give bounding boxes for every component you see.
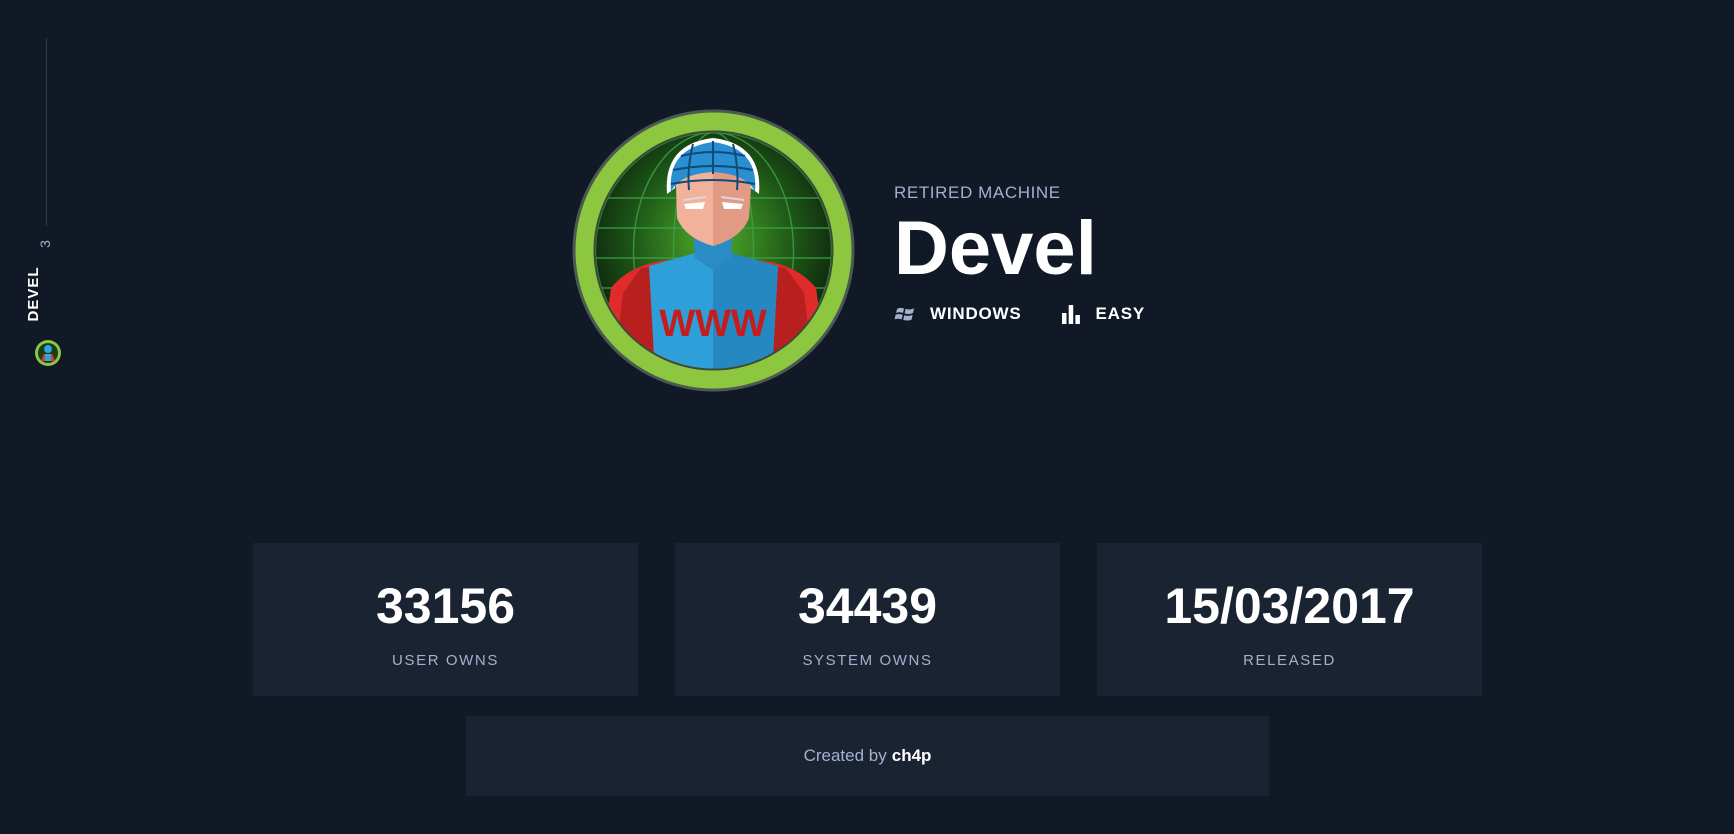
rail-avatar-icon[interactable] — [34, 339, 62, 367]
difficulty-badge: EASY — [1060, 303, 1146, 325]
rail-divider — [46, 38, 47, 226]
stat-label: RELEASED — [1243, 652, 1336, 669]
stat-value: 33156 — [375, 578, 516, 634]
avatar-banner-text: WWW — [659, 303, 767, 345]
difficulty-label: EASY — [1095, 304, 1146, 323]
creator-link[interactable]: ch4p — [892, 746, 932, 766]
stat-card-released: 15/03/2017 RELEASED — [1097, 543, 1482, 696]
creator-prefix: Created by — [803, 746, 887, 765]
stat-label: USER OWNS — [392, 652, 499, 669]
rail-machine-number: 3 — [37, 240, 53, 248]
windows-logo-icon — [894, 307, 914, 321]
machine-name-title: Devel — [894, 206, 1097, 291]
machine-meta: WINDOWS EASY — [894, 299, 1183, 329]
machine-status-label: RETIRED MACHINE — [894, 183, 1061, 202]
stat-label: SYSTEM OWNS — [802, 652, 933, 669]
bar-chart-icon — [1061, 305, 1080, 324]
creator-card: Created by ch4p — [466, 716, 1269, 796]
stat-card-user-owns: 33156 USER OWNS — [253, 543, 638, 696]
os-label: WINDOWS — [930, 304, 1022, 323]
stat-value: 15/03/2017 — [1164, 578, 1415, 634]
stat-value: 34439 — [797, 578, 938, 634]
machine-info: RETIRED MACHINE Devel WINDOWS EASY — [894, 183, 1183, 329]
rail-machine-name[interactable]: DEVEL — [25, 256, 45, 332]
stat-card-system-owns: 34439 SYSTEM OWNS — [675, 543, 1060, 696]
os-badge: WINDOWS — [894, 303, 1022, 325]
machine-profile-page: 3 DEVEL WWW RETIRED MACHINE Devel WINDOW… — [0, 0, 1734, 834]
machine-avatar: WWW — [572, 109, 855, 392]
